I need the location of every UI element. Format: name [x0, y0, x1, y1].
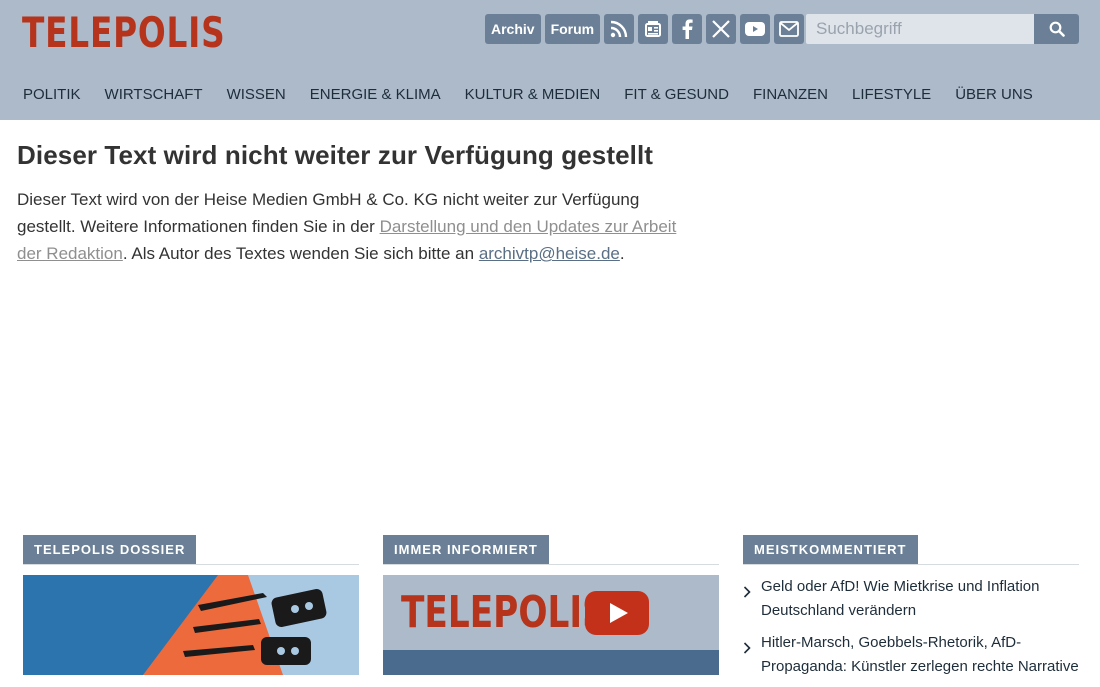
nav-wirtschaft[interactable]: WIRTSCHAFT [105, 86, 203, 103]
dossier-section: TELEPOLIS DOSSIER [23, 535, 359, 675]
search-input[interactable] [806, 14, 1034, 44]
nav-lifestyle[interactable]: LIFESTYLE [852, 86, 931, 103]
meistkommentiert-header: MEISTKOMMENTIERT [743, 535, 1079, 565]
author-email-link[interactable]: archivtp@heise.de [479, 244, 620, 263]
nav-wissen[interactable]: WISSEN [227, 86, 286, 103]
search-icon [1049, 21, 1065, 37]
list-item-title[interactable]: Hitler-Marsch, Goebbels-Rhetorik, AfD-Pr… [761, 631, 1079, 679]
facebook-icon[interactable] [672, 14, 703, 44]
youtube-banner[interactable]: TELEPOLIS [383, 575, 719, 675]
banner-logo-text: TELEPOLIS [401, 587, 607, 638]
dossier-label: TELEPOLIS DOSSIER [23, 535, 197, 564]
archiv-button[interactable]: Archiv [485, 14, 541, 44]
informiert-header: IMMER INFORMIERT [383, 535, 719, 565]
search-bar [806, 14, 1079, 44]
youtube-icon[interactable] [740, 14, 771, 44]
banner-bottom-strip [383, 650, 719, 675]
dossier-header: TELEPOLIS DOSSIER [23, 535, 359, 565]
meistkommentiert-label: MEISTKOMMENTIERT [743, 535, 918, 564]
page-title: Dieser Text wird nicht weiter zur Verfüg… [17, 140, 654, 170]
chevron-right-icon [743, 575, 753, 623]
article-body: Dieser Text wird von der Heise Medien Gm… [17, 186, 697, 267]
youtube-play-icon [585, 591, 649, 635]
article-text-part2: . Als Autor des Textes wenden Sie sich b… [122, 244, 479, 263]
main-navigation: POLITIK WIRTSCHAFT WISSEN ENERGIE & KLIM… [23, 86, 1033, 103]
nav-energie-klima[interactable]: ENERGIE & KLIMA [310, 86, 441, 103]
nav-kultur-medien[interactable]: KULTUR & MEDIEN [465, 86, 601, 103]
nav-finanzen[interactable]: FINANZEN [753, 86, 828, 103]
newspaper-icon[interactable] [638, 14, 669, 44]
rss-icon[interactable] [604, 14, 635, 44]
forum-button[interactable]: Forum [544, 14, 601, 44]
dossier-image[interactable] [23, 575, 359, 675]
search-button[interactable] [1034, 14, 1079, 44]
list-item[interactable]: Geld oder AfD! Wie Mietkrise und Inflati… [743, 575, 1079, 623]
nav-fit-gesund[interactable]: FIT & GESUND [624, 86, 729, 103]
chevron-right-icon [743, 631, 753, 679]
x-icon[interactable] [706, 14, 737, 44]
list-item[interactable]: Hitler-Marsch, Goebbels-Rhetorik, AfD-Pr… [743, 631, 1079, 679]
meistkommentiert-list: Geld oder AfD! Wie Mietkrise und Inflati… [743, 575, 1079, 679]
informiert-section: IMMER INFORMIERT TELEPOLIS [383, 535, 719, 675]
mail-icon[interactable] [774, 14, 805, 44]
article-text-part3: . [619, 244, 625, 263]
informiert-label: IMMER INFORMIERT [383, 535, 549, 564]
telepolis-logo[interactable]: TELEPOLIS [22, 8, 226, 58]
list-item-title[interactable]: Geld oder AfD! Wie Mietkrise und Inflati… [761, 575, 1079, 623]
nav-politik[interactable]: POLITIK [23, 86, 81, 103]
meistkommentiert-section: MEISTKOMMENTIERT Geld oder AfD! Wie Miet… [743, 535, 1079, 687]
site-header: TELEPOLIS Archiv Forum POLITIK WIRTSCHAF… [0, 0, 1100, 120]
nav-ueber-uns[interactable]: ÜBER UNS [955, 86, 1033, 103]
top-toolbar: Archiv Forum [485, 14, 805, 44]
